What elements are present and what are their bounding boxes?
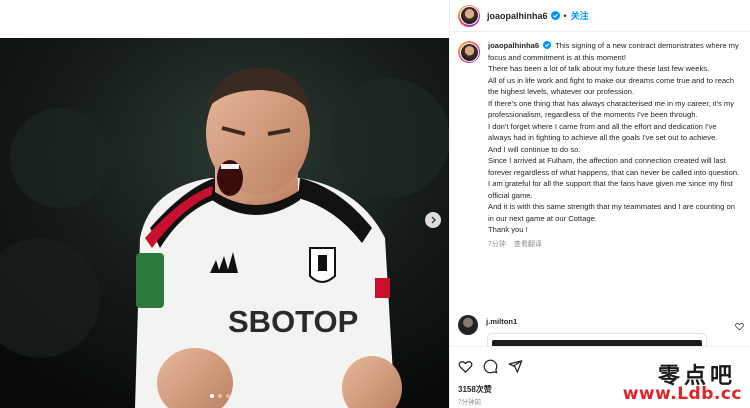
follow-button[interactable]: 关注 [571,9,589,22]
caption-time: 7分钟 [488,240,506,248]
share-icon[interactable] [508,359,523,374]
carousel-dots [210,394,230,398]
carousel-dot [218,394,222,398]
comment-icon[interactable] [483,359,498,374]
caption-line: I am grateful for all the support that t… [488,179,733,200]
post-header: joaopalhinha6 • 关注 [450,0,750,32]
comment-media-preview[interactable] [487,333,707,348]
media-letterbox [0,0,449,38]
avatar[interactable] [458,4,480,27]
caption-username[interactable]: joaopalhinha6 [488,41,539,50]
action-bar: 3158次赞 7分钟前 [450,346,750,408]
heart-icon[interactable] [735,322,744,331]
caption-line: Thank you ! [488,225,528,234]
caption-line: I don't forget where I came from and all… [488,121,718,143]
comment-username[interactable]: j.milton1 [486,317,517,326]
caption: joaopalhinha6 This signing of a new cont… [458,40,748,249]
caption-line: There has been a lot of talk about my fu… [488,64,710,73]
header-username[interactable]: joaopalhinha6 [487,11,548,21]
chevron-right-icon [431,216,436,224]
caption-line: All of us in life work and fight to make… [488,75,735,97]
caption-line: And I will continue to do so. [488,144,581,154]
verified-badge-icon [543,41,552,49]
comment-avatar[interactable] [458,315,478,335]
carousel-next-button[interactable] [425,212,441,228]
comment-item: j.milton1 [458,315,748,335]
header-separator: • [563,10,567,21]
post-time: 7分钟前 [458,399,482,406]
post-sidebar: joaopalhinha6 • 关注 joaopalhinha6 This si… [449,0,750,408]
carousel-dot [226,394,230,398]
caption-line: Since I arrived at Fulham, the affection… [488,156,740,177]
post-photo: SBOTOP [0,38,449,408]
verified-badge-icon [550,11,560,20]
shirt-sponsor-text: SBOTOP [228,304,358,339]
caption-line: If there's one thing that has always cha… [488,98,735,120]
caption-avatar[interactable] [458,41,480,63]
caption-text: joaopalhinha6 This signing of a new cont… [488,40,740,236]
see-translation-link[interactable]: 查看翻译 [514,239,542,249]
caption-line: And it is with this same strength that m… [488,202,735,223]
post-media: SBOTOP [0,0,449,408]
caption-meta: 7分钟 查看翻译 [488,239,748,249]
like-count[interactable]: 3158次赞 [458,384,492,395]
like-heart-icon[interactable] [458,359,473,374]
carousel-dot [210,394,214,398]
